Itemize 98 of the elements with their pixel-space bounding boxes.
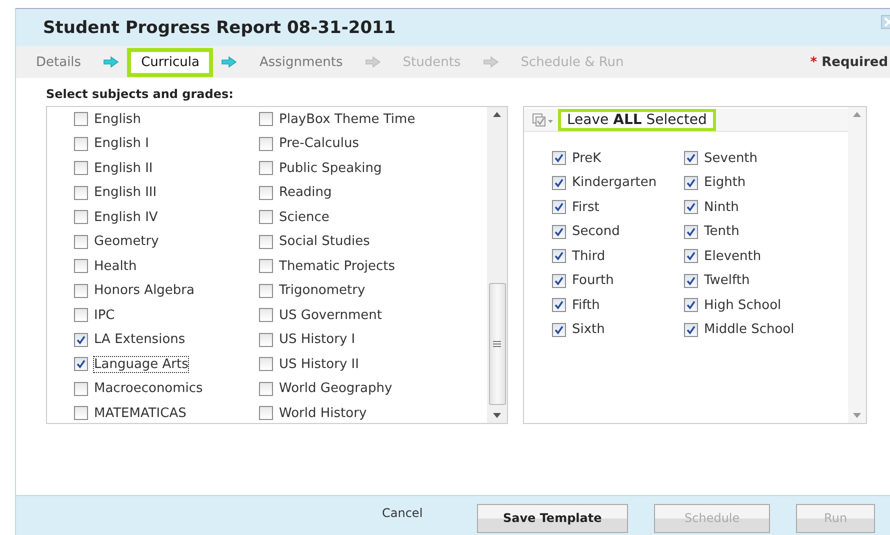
checkbox[interactable] xyxy=(684,274,698,288)
subject-option[interactable]: English xyxy=(74,107,259,132)
grade-option[interactable]: Eighth xyxy=(684,170,848,195)
grade-option[interactable]: Second xyxy=(552,220,684,244)
subject-option[interactable]: Public Speaking xyxy=(259,156,487,180)
cancel-link[interactable]: Cancel xyxy=(382,506,423,520)
subject-option[interactable]: Health xyxy=(74,254,259,278)
step-tab[interactable]: Curricula xyxy=(127,48,214,76)
subject-option[interactable]: LA Extensions xyxy=(74,328,259,352)
checkbox[interactable] xyxy=(74,406,88,420)
grade-option[interactable]: Twelfth xyxy=(684,268,848,293)
grade-option[interactable]: Fifth xyxy=(552,293,684,318)
checkbox[interactable] xyxy=(74,308,88,322)
subject-option[interactable]: Geometry xyxy=(74,230,259,254)
subject-option[interactable]: Language Arts xyxy=(74,352,259,376)
checkbox[interactable] xyxy=(552,200,566,214)
checkbox[interactable] xyxy=(74,284,88,298)
scroll-up-icon[interactable] xyxy=(493,112,501,117)
checkbox[interactable] xyxy=(684,224,698,239)
checkbox[interactable] xyxy=(684,176,698,190)
checkbox[interactable] xyxy=(74,332,88,347)
checkbox[interactable] xyxy=(684,200,698,214)
checkbox[interactable] xyxy=(259,161,273,176)
grade-option[interactable]: Middle School xyxy=(684,318,848,342)
window-title: Student Progress Report 08-31-2011 xyxy=(43,18,396,38)
subject-option[interactable]: Social Studies xyxy=(259,230,487,254)
grade-option[interactable]: Eleventh xyxy=(684,244,848,268)
section-label: Select subjects and grades: xyxy=(46,87,234,101)
checkbox[interactable] xyxy=(259,382,273,396)
checkbox[interactable] xyxy=(74,186,88,200)
subject-option[interactable]: English III xyxy=(74,180,259,205)
checkbox[interactable] xyxy=(259,284,273,298)
checkbox[interactable] xyxy=(259,357,273,372)
subject-option[interactable]: Reading xyxy=(259,180,487,205)
subject-option[interactable]: Pre-Calculus xyxy=(259,132,487,156)
grade-option[interactable]: Sixth xyxy=(552,318,684,342)
checkbox[interactable] xyxy=(552,322,566,337)
checkbox[interactable] xyxy=(552,176,566,190)
grade-option[interactable]: First xyxy=(552,195,684,220)
checkbox[interactable] xyxy=(74,161,88,176)
grade-option[interactable]: Tenth xyxy=(684,220,848,244)
subject-option[interactable]: Macroeconomics xyxy=(74,376,259,401)
subject-option[interactable]: US History I xyxy=(259,328,487,352)
checkbox[interactable] xyxy=(259,259,273,274)
checkbox[interactable] xyxy=(259,332,273,347)
step-tab[interactable]: Assignments xyxy=(245,48,357,76)
checkbox[interactable] xyxy=(74,259,88,274)
required-note: * Required xyxy=(810,54,888,70)
checkbox[interactable] xyxy=(259,234,273,249)
checkbox[interactable] xyxy=(259,406,273,420)
grade-option[interactable]: Kindergarten xyxy=(552,170,684,195)
select-all-icon[interactable] xyxy=(532,113,554,127)
subject-option[interactable]: Trigonometry xyxy=(259,278,487,303)
subject-option[interactable]: Thematic Projects xyxy=(259,254,487,278)
checkbox[interactable] xyxy=(74,357,88,372)
leave-all-selected-label: Leave ALL Selected xyxy=(558,109,716,131)
subject-option[interactable]: World Geography xyxy=(259,376,487,401)
checkbox[interactable] xyxy=(74,136,88,151)
checkbox[interactable] xyxy=(74,112,88,126)
subject-option[interactable]: Science xyxy=(259,205,487,230)
grade-option[interactable]: Third xyxy=(552,244,684,268)
checkbox[interactable] xyxy=(259,136,273,151)
subject-option[interactable]: World History xyxy=(259,401,487,426)
subject-option[interactable]: PlayBox Theme Time xyxy=(259,107,487,132)
scroll-down-icon[interactable] xyxy=(493,413,501,418)
checkbox[interactable] xyxy=(259,186,273,200)
checkbox[interactable] xyxy=(684,322,698,337)
subject-option[interactable]: US Government xyxy=(259,303,487,328)
step-tab[interactable]: Details xyxy=(22,48,96,76)
footer-button[interactable]: Save Template xyxy=(476,504,628,532)
subject-option[interactable]: Honors Algebra xyxy=(74,278,259,303)
grade-option[interactable]: Ninth xyxy=(684,195,848,220)
checkbox[interactable] xyxy=(684,151,698,166)
subject-option[interactable]: MATEMATICAS xyxy=(74,401,259,426)
checkbox[interactable] xyxy=(552,274,566,288)
grade-option[interactable]: Seventh xyxy=(684,146,848,170)
grade-option[interactable]: PreK xyxy=(552,146,684,170)
subject-option[interactable]: US History II xyxy=(259,352,487,376)
subject-option[interactable]: English II xyxy=(74,156,259,180)
checkbox[interactable] xyxy=(552,151,566,166)
subject-option[interactable]: English IV xyxy=(74,205,259,230)
checkbox[interactable] xyxy=(74,234,88,249)
checkbox[interactable] xyxy=(259,308,273,322)
checkbox[interactable] xyxy=(552,298,566,312)
checkbox[interactable] xyxy=(552,224,566,239)
checkbox[interactable] xyxy=(259,210,273,224)
scrollbar[interactable] xyxy=(487,107,507,423)
grade-option[interactable]: Fourth xyxy=(552,268,684,293)
checkbox[interactable] xyxy=(552,249,566,264)
checkbox[interactable] xyxy=(684,249,698,264)
grade-option[interactable]: High School xyxy=(684,293,848,318)
checkbox[interactable] xyxy=(259,112,273,126)
checkbox[interactable] xyxy=(684,298,698,312)
checkbox[interactable] xyxy=(74,382,88,396)
subject-option[interactable]: English I xyxy=(74,132,259,156)
checkbox[interactable] xyxy=(74,210,88,224)
subject-option[interactable]: IPC xyxy=(74,303,259,328)
grip-icon xyxy=(493,341,501,347)
